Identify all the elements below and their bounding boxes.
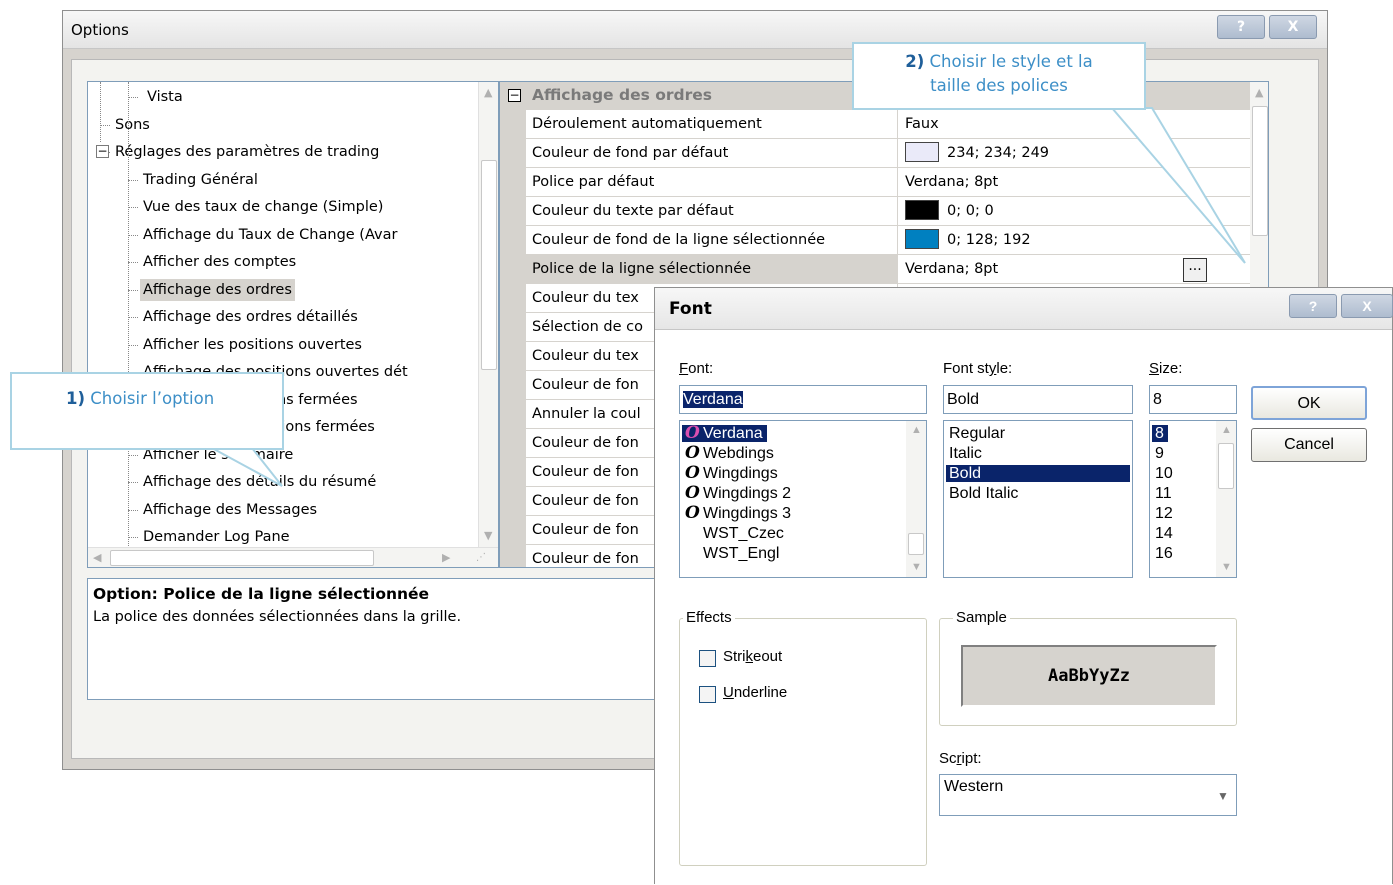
callout-1-pointer (211, 447, 283, 487)
callout-2-line2: taille des polices (930, 76, 1068, 95)
callout-step-2: 2) Choisir le style et la taille des pol… (852, 42, 1146, 110)
callout-step-1: 1) Choisir l’option (10, 372, 284, 450)
callout-2-text-a: Choisir le style et la (924, 52, 1093, 71)
callout-1-text: Choisir l’option (85, 389, 215, 408)
callout-1-number: 1) (66, 389, 86, 408)
callout-2-line1: 2) Choisir le style et la (854, 50, 1144, 74)
callout-2-pointer (1109, 107, 1246, 264)
callout-2-number: 2) (905, 52, 925, 71)
